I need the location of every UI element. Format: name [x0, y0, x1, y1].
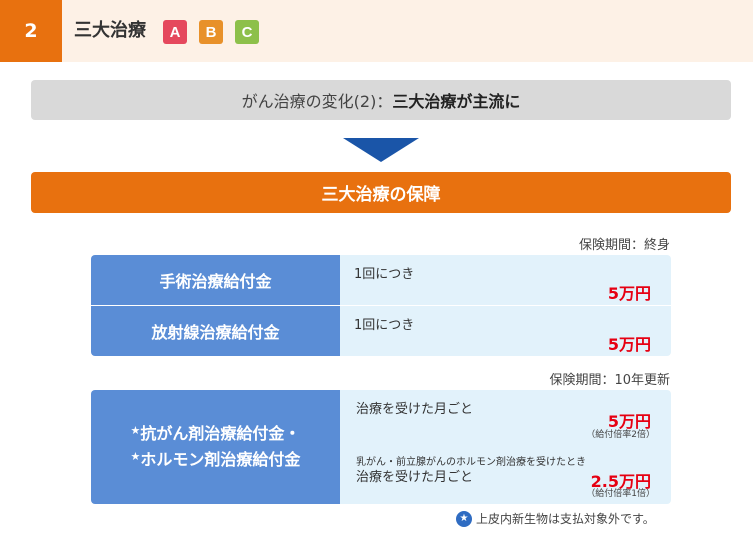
- footnote: ★ 上皮内新生物は支払対象外です。: [456, 510, 655, 527]
- star-icon: ★: [130, 450, 141, 463]
- change-banner: がん治療の変化(2)： 三大治療が主流に: [31, 80, 731, 120]
- footnote-text: 上皮内新生物は支払対象外です。: [476, 512, 655, 526]
- change-banner-emphasis: 三大治療が主流に: [392, 92, 521, 111]
- star-icon: ★: [130, 424, 141, 437]
- table-row: 放射線治療給付金 1回につき 5万円: [91, 306, 671, 356]
- benefit-amount: 5万円: [607, 335, 651, 354]
- benefit-label: 放射線治療給付金: [91, 306, 340, 356]
- section-title: 三大治療: [74, 20, 146, 41]
- coverage-title: 三大治療の保障: [31, 172, 731, 213]
- benefit-amount: 5万円: [607, 284, 651, 303]
- benefit-label-line2: ホルモン剤治療給付金: [140, 450, 301, 469]
- table-row: 手術治療給付金 1回につき 5万円: [91, 255, 671, 305]
- benefit-multiplier: （給付倍率1倍）: [586, 489, 655, 499]
- table-row: ★抗がん剤治療給付金・ ★ホルモン剤治療給付金 治療を受けた月ごと 5万円 （給…: [91, 390, 671, 504]
- benefit-condition: 1回につき: [354, 318, 415, 333]
- benefit-label: ★抗がん剤治療給付金・ ★ホルモン剤治療給付金: [91, 390, 340, 504]
- benefit-label-line1: 抗がん剤治療給付金・: [140, 424, 301, 443]
- benefit-condition: 1回につき: [354, 267, 415, 282]
- benefit-value: 1回につき 5万円: [340, 306, 671, 356]
- arrow-down-icon: [343, 138, 419, 162]
- benefit-label: 手術治療給付金: [91, 255, 340, 305]
- benefit-condition: 治療を受けた月ごと: [356, 402, 474, 417]
- change-banner-prefix: がん治療の変化(2)：: [241, 92, 393, 111]
- star-icon: ★: [456, 510, 472, 527]
- badge-c: C: [235, 20, 259, 44]
- benefit-condition: 治療を受けた月ごと: [356, 470, 474, 485]
- badge-b: B: [199, 20, 223, 44]
- badge-a: A: [163, 20, 187, 44]
- section-header: 2 三大治療 A B C: [0, 0, 753, 62]
- benefit-value: 治療を受けた月ごと 5万円 （給付倍率2倍） 乳がん・前立腺がんのホルモン剤治療…: [340, 390, 671, 504]
- insurance-period-lifetime: 保険期間：終身: [578, 238, 670, 253]
- section-number: 2: [0, 0, 62, 62]
- benefit-multiplier: （給付倍率2倍）: [586, 430, 655, 440]
- benefit-value: 1回につき 5万円: [340, 255, 671, 305]
- insurance-period-renewal: 保険期間：10年更新: [549, 373, 670, 388]
